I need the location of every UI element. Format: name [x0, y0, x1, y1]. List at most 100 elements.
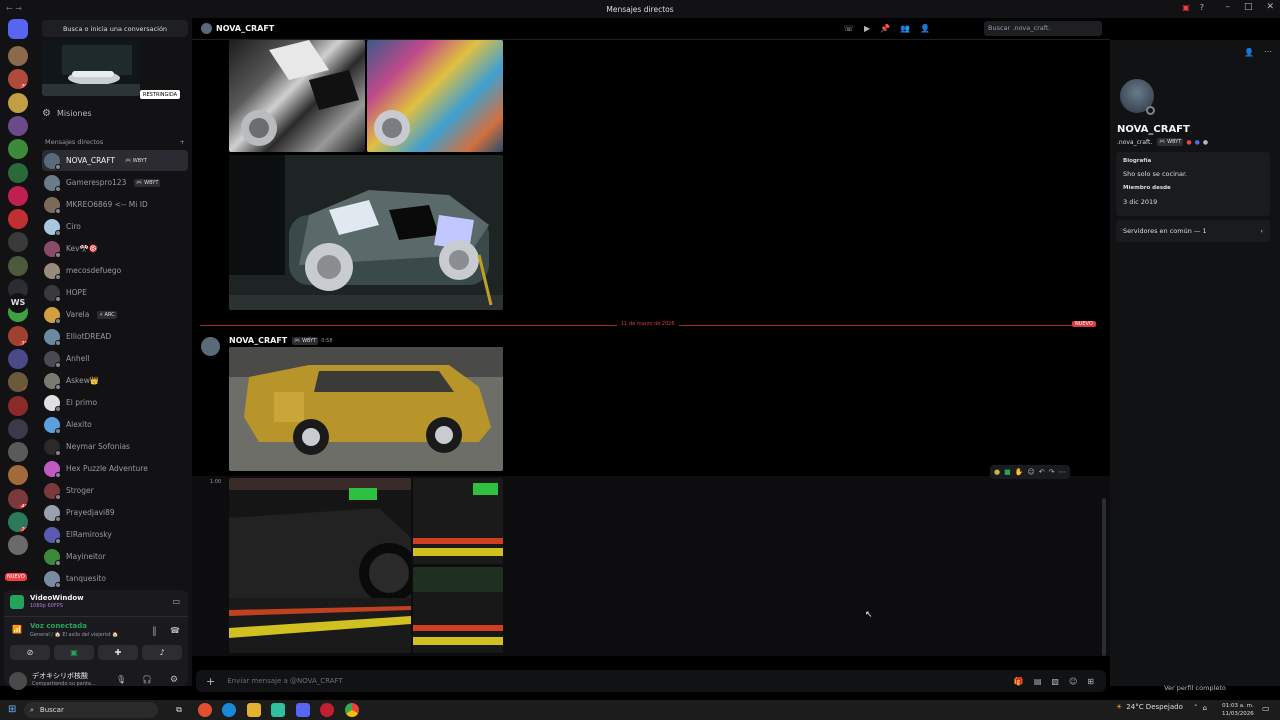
- call-icon[interactable]: ☏: [844, 24, 854, 33]
- add-friend-icon[interactable]: 👤: [1244, 48, 1254, 57]
- missions-nav[interactable]: ⚙ Misiones: [42, 108, 92, 119]
- attachment-image[interactable]: [229, 347, 503, 471]
- server-icon[interactable]: [8, 418, 28, 439]
- apps-icon[interactable]: ⊞: [1087, 677, 1094, 686]
- network-icon[interactable]: ⌂: [1203, 704, 1207, 712]
- more-icon[interactable]: ⋯: [1059, 468, 1066, 476]
- dm-item[interactable]: Kev🎌🎯: [42, 238, 188, 259]
- dm-item[interactable]: Anhell: [42, 348, 188, 369]
- back-icon[interactable]: ←: [6, 4, 13, 13]
- new-servers-badge[interactable]: NUEVO: [5, 573, 27, 581]
- attachment-image[interactable]: [229, 155, 503, 310]
- minimize-button[interactable]: –: [1225, 2, 1230, 12]
- discord-home-icon[interactable]: [8, 19, 28, 39]
- dm-item[interactable]: NOVA_CRAFT 🎮 WBYT: [42, 150, 188, 171]
- app-icon[interactable]: [320, 703, 334, 717]
- weather[interactable]: ☀ 24°C Despejado: [1116, 703, 1183, 711]
- taskbar-search[interactable]: ⌕ Buscar: [24, 702, 158, 718]
- mutual-servers[interactable]: Servidores en común — 1 ›: [1116, 220, 1270, 242]
- pin-icon[interactable]: 📌: [880, 24, 890, 33]
- reply-icon[interactable]: ↶: [1039, 468, 1045, 476]
- headphones-icon[interactable]: 🎧: [142, 675, 152, 684]
- attachment-image[interactable]: [367, 40, 503, 152]
- activities-button[interactable]: ✚: [98, 645, 138, 660]
- discord-taskbar-icon[interactable]: [296, 703, 310, 717]
- emoji-icon[interactable]: ☺: [1069, 677, 1077, 686]
- nav-arrows[interactable]: ← →: [6, 4, 22, 13]
- profile-more-icon[interactable]: ⋯: [1264, 47, 1272, 56]
- dm-item[interactable]: El primo: [42, 392, 188, 413]
- dm-item[interactable]: Ciro: [42, 216, 188, 237]
- chat-search-input[interactable]: Buscar .nova_craft.: [984, 21, 1102, 36]
- dm-item[interactable]: MKREO6869 <-- Mi ID: [42, 194, 188, 215]
- server-icon[interactable]: [8, 162, 28, 183]
- server-icon[interactable]: 38: [8, 69, 28, 90]
- notifications-icon[interactable]: ▭: [1262, 704, 1270, 713]
- dm-item[interactable]: Askew👑: [42, 370, 188, 391]
- attachment-image[interactable]: [229, 478, 411, 653]
- server-icon[interactable]: [8, 46, 28, 66]
- add-reaction-icon[interactable]: ☺: [1027, 468, 1034, 476]
- popout-icon[interactable]: ▭: [172, 597, 180, 606]
- reaction-check-icon[interactable]: ■: [1004, 468, 1011, 476]
- server-ws-label[interactable]: WS: [8, 293, 28, 313]
- attachment-image[interactable]: [413, 478, 503, 564]
- dm-item[interactable]: Prayedjavi89: [42, 502, 188, 523]
- badge-icon[interactable]: ●: [1203, 139, 1208, 146]
- dm-item[interactable]: Neymar Sofonias: [42, 436, 188, 457]
- profile-toggle-icon[interactable]: 👤: [920, 24, 930, 33]
- find-conversation-button[interactable]: Busca o inicia una conversación: [42, 20, 188, 37]
- task-view-icon[interactable]: ⧉: [172, 703, 186, 717]
- add-dm-icon[interactable]: +: [180, 138, 185, 146]
- app-icon[interactable]: [271, 703, 285, 717]
- message-author[interactable]: NOVA_CRAFT: [229, 336, 287, 345]
- dm-item[interactable]: Hex Puzzle Adventure: [42, 458, 188, 479]
- dm-item[interactable]: Alexito: [42, 414, 188, 435]
- server-icon[interactable]: [8, 255, 28, 276]
- badge-icon[interactable]: ●: [1195, 139, 1200, 146]
- chrome-icon[interactable]: [345, 703, 359, 717]
- chat-scrollbar[interactable]: [1102, 498, 1106, 656]
- disconnect-icon[interactable]: ☎: [170, 626, 180, 635]
- mic-icon[interactable]: 🎙: [116, 675, 126, 684]
- server-icon[interactable]: [8, 92, 28, 113]
- server-icon[interactable]: 18: [8, 325, 28, 346]
- dm-item[interactable]: Mayineitor: [42, 546, 188, 567]
- dm-item[interactable]: Gamerespro123 🎮 WBYT: [42, 172, 188, 193]
- dm-item[interactable]: tanquesito: [42, 568, 188, 589]
- noise-icon[interactable]: ║: [152, 627, 157, 636]
- attach-icon[interactable]: +: [206, 675, 215, 688]
- user-avatar[interactable]: [9, 672, 27, 690]
- edge-icon[interactable]: [222, 703, 236, 717]
- server-icon[interactable]: [8, 209, 28, 230]
- server-icon[interactable]: 46: [8, 488, 28, 509]
- attachment-image[interactable]: [413, 567, 503, 653]
- reaction-hand-icon[interactable]: ✋: [1015, 468, 1024, 476]
- full-profile-link[interactable]: Ver perfil completo: [1110, 684, 1280, 692]
- dm-item[interactable]: ElliotDREAD: [42, 326, 188, 347]
- message-input[interactable]: Enviar mensaje a @NOVA_CRAFT: [227, 677, 343, 685]
- stream-preview[interactable]: [42, 40, 140, 96]
- start-icon[interactable]: ⊞: [8, 704, 16, 715]
- server-icon[interactable]: 24: [8, 512, 28, 532]
- screenshare-button[interactable]: ▣: [54, 645, 94, 660]
- dm-item[interactable]: mecosdefuego: [42, 260, 188, 281]
- camera-button[interactable]: ⊘: [10, 645, 50, 660]
- gif-icon[interactable]: ▤: [1034, 677, 1042, 686]
- dm-item[interactable]: ElRamirosky: [42, 524, 188, 545]
- folder-icon[interactable]: [247, 703, 261, 717]
- sticker-icon[interactable]: ▧: [1051, 677, 1059, 686]
- reaction-coin-icon[interactable]: ●: [994, 468, 1000, 476]
- badge-icons[interactable]: ●: [1186, 139, 1191, 146]
- server-icon[interactable]: [8, 395, 28, 416]
- video-icon[interactable]: ▶: [864, 24, 870, 33]
- server-icon[interactable]: [8, 348, 28, 369]
- voice-channel[interactable]: General / 🏠 El asilo del viejerist 🏠: [30, 632, 119, 638]
- dm-item[interactable]: Stroger: [42, 480, 188, 501]
- message-avatar[interactable]: [201, 337, 220, 356]
- chevron-up-icon[interactable]: ˄: [1194, 704, 1198, 712]
- server-icon[interactable]: [8, 115, 28, 136]
- dm-item[interactable]: HOPE: [42, 282, 188, 303]
- soundboard-button[interactable]: ♪: [142, 645, 182, 660]
- attachment-image[interactable]: [229, 40, 365, 152]
